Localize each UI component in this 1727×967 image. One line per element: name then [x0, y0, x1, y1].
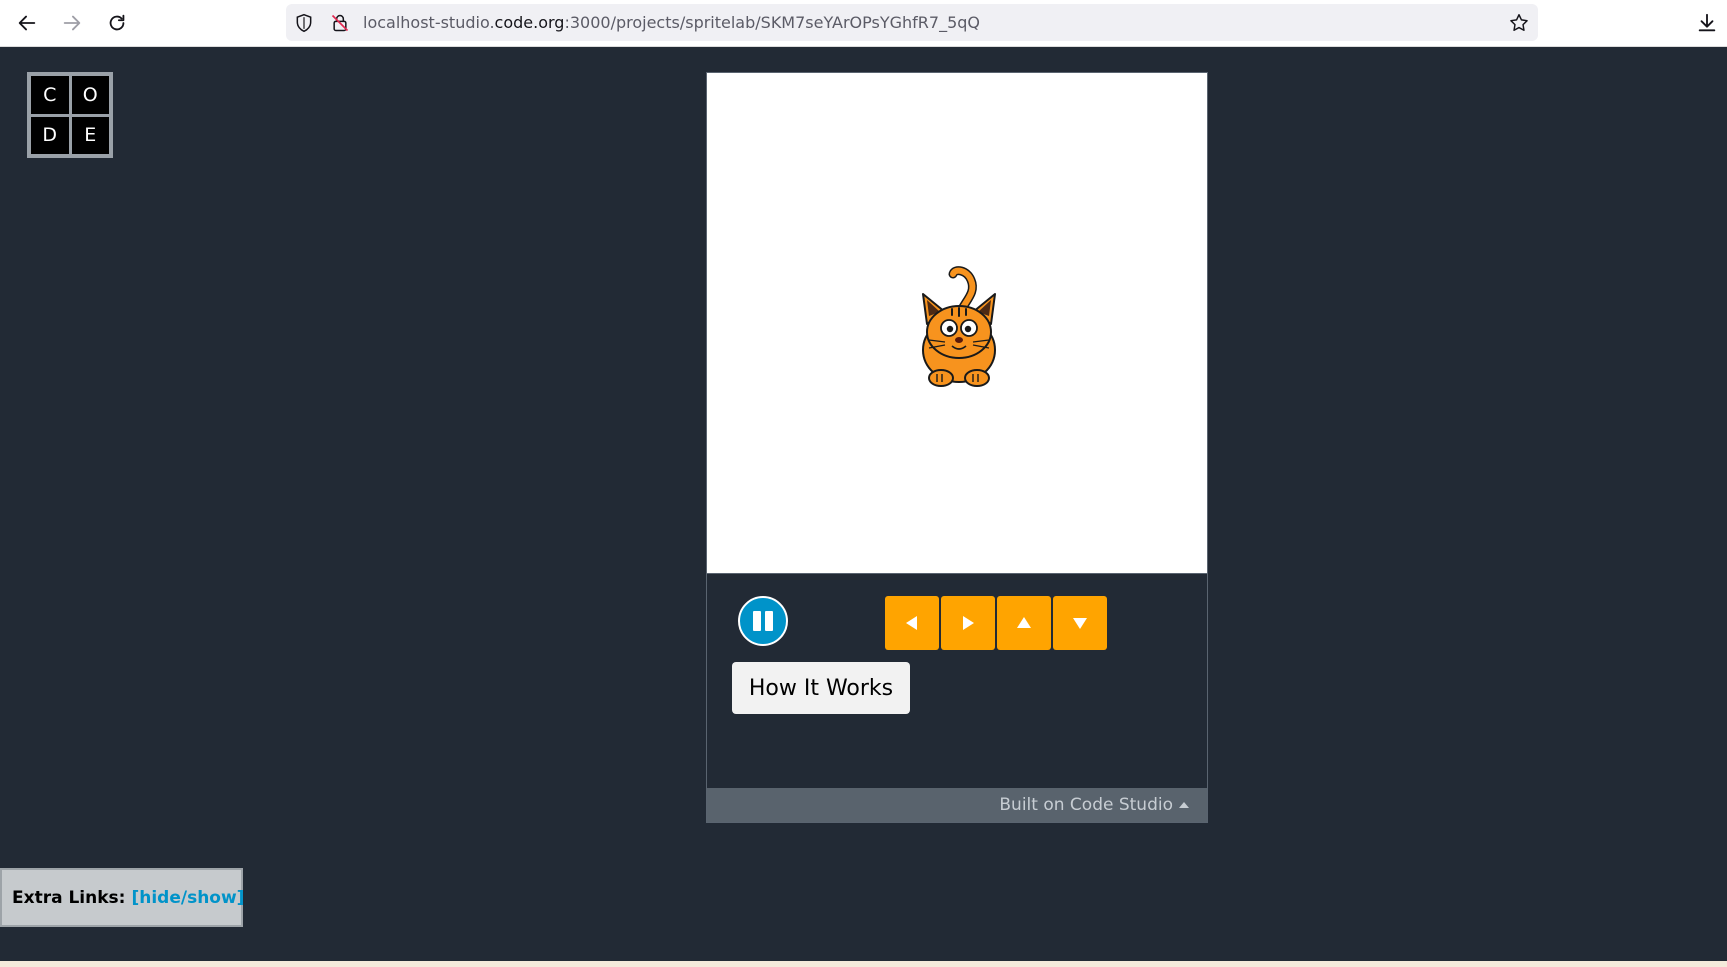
bookmark-star-icon[interactable]	[1508, 12, 1530, 34]
url-text[interactable]: localhost-studio.code.org:3000/projects/…	[363, 13, 980, 32]
game-controls: How It Works	[706, 574, 1208, 788]
back-button[interactable]	[12, 8, 42, 38]
hide-show-toggle[interactable]: [hide/show]	[131, 888, 244, 908]
extra-links-panel: Extra Links: [hide/show]	[0, 868, 244, 927]
bottom-strip	[0, 961, 1727, 967]
logo-letter: O	[71, 76, 109, 114]
download-button[interactable]	[1692, 8, 1722, 38]
down-arrow-icon	[1073, 618, 1087, 629]
left-arrow-icon	[906, 616, 917, 630]
url-path: :3000/projects/spritelab/SKM7seYArOPsYGh…	[564, 13, 980, 32]
back-icon	[18, 15, 36, 31]
down-arrow-button[interactable]	[1053, 596, 1107, 650]
logo-letter: C	[31, 76, 69, 114]
insecure-lock-icon[interactable]	[330, 13, 350, 33]
logo-letter: D	[31, 116, 69, 154]
left-arrow-button[interactable]	[885, 596, 939, 650]
pause-button[interactable]	[738, 596, 788, 646]
code-org-logo[interactable]: C O D E	[27, 72, 113, 158]
url-host-domain: code.org	[494, 13, 565, 32]
caret-up-icon	[1179, 802, 1189, 808]
reload-button[interactable]	[102, 8, 132, 38]
shield-icon[interactable]	[294, 13, 314, 33]
pause-icon	[765, 611, 773, 631]
reload-icon	[109, 14, 125, 31]
logo-letter: E	[71, 116, 109, 154]
browser-toolbar: localhost-studio.code.org:3000/projects/…	[0, 0, 1727, 47]
how-it-works-button[interactable]: How It Works	[732, 662, 910, 714]
pause-icon	[753, 611, 761, 631]
download-icon	[1698, 13, 1716, 32]
up-arrow-icon	[1017, 617, 1031, 628]
game-stage[interactable]	[706, 72, 1208, 574]
address-bar[interactable]: localhost-studio.code.org:3000/projects/…	[286, 4, 1538, 41]
cat-sprite	[922, 266, 996, 387]
right-arrow-button[interactable]	[941, 596, 995, 650]
forward-icon	[63, 15, 81, 31]
footer-label: Built on Code Studio	[999, 795, 1173, 815]
built-on-footer: Built on Code Studio	[706, 788, 1208, 823]
right-arrow-icon	[963, 616, 974, 630]
built-on-code-studio-link[interactable]: Built on Code Studio	[999, 795, 1189, 815]
url-host-prefix: localhost-studio.	[363, 13, 495, 32]
extra-links-label: Extra Links:	[12, 887, 126, 908]
up-arrow-button[interactable]	[997, 596, 1051, 650]
forward-button[interactable]	[57, 8, 87, 38]
